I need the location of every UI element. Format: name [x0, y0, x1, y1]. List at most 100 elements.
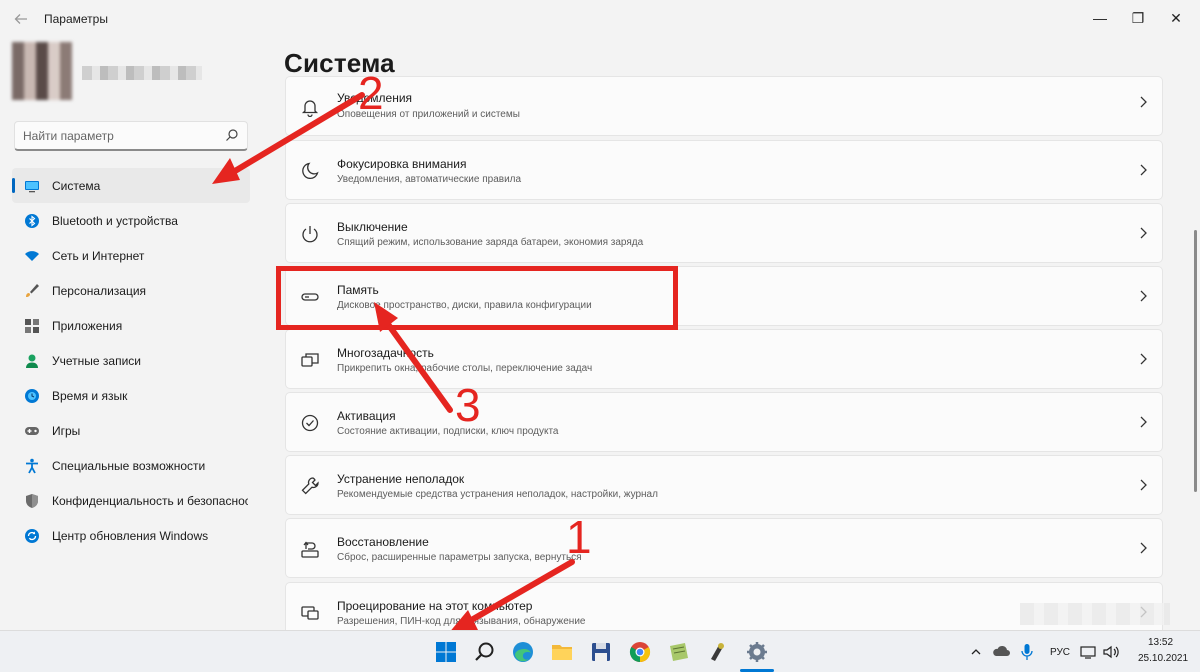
card-subtitle: Уведомления, автоматические правила	[337, 174, 522, 185]
avatar	[12, 42, 72, 100]
title-bar: Параметры — ❐ ✕	[0, 0, 1200, 38]
volume-icon[interactable]	[1102, 644, 1120, 660]
search-input[interactable]	[23, 127, 223, 145]
card-title: Восстановление	[337, 535, 429, 549]
moon-icon	[302, 162, 319, 180]
update-icon	[25, 529, 39, 543]
wifi-icon	[25, 251, 39, 261]
sidebar-item-label: Bluetooth и устройства	[52, 214, 178, 228]
brush-icon	[26, 284, 39, 297]
user-profile[interactable]	[12, 42, 252, 102]
sidebar-item-personalization[interactable]: Персонализация	[12, 273, 250, 308]
sidebar-item-network[interactable]: Сеть и Интернет	[12, 238, 250, 273]
card-title: Проецирование на этот компьютер	[337, 599, 533, 613]
sidebar-item-time-language[interactable]: Время и язык	[12, 378, 250, 413]
chevron-right-icon	[1140, 416, 1147, 428]
taskbar: РУС 13:52 25.10.2021	[0, 630, 1200, 672]
sidebar-item-label: Учетные записи	[52, 354, 141, 368]
card-title: Устранение неполадок	[337, 472, 465, 486]
card-title: Активация	[337, 409, 396, 423]
sidebar-item-label: Система	[52, 179, 101, 193]
annotation-number-1: 1	[566, 511, 592, 563]
power-icon	[302, 226, 318, 243]
card-subtitle: Состояние активации, подписки, ключ прод…	[337, 426, 559, 437]
recovery-icon	[301, 541, 319, 558]
chevron-up-icon[interactable]	[970, 646, 982, 658]
sidebar-item-accessibility[interactable]: Специальные возможности	[12, 448, 250, 483]
language-indicator[interactable]: РУС	[1050, 647, 1070, 658]
sidebar-item-system[interactable]: Система	[12, 168, 250, 203]
check-circle-icon	[301, 414, 319, 432]
settings-list: Уведомления Оповещения от приложений и с…	[285, 75, 1163, 630]
sidebar-item-label: Приложения	[52, 319, 123, 333]
sidebar-item-windows-update[interactable]: Центр обновления Windows	[12, 518, 250, 553]
card-power[interactable]: Выключение Спящий режим, использование з…	[285, 203, 1163, 263]
chevron-right-icon	[1140, 479, 1147, 491]
search-icon[interactable]	[225, 128, 239, 142]
card-recovery[interactable]: Восстановление Сброс, расширенные параме…	[285, 518, 1163, 578]
annotation-number-2: 2	[358, 67, 384, 119]
close-button[interactable]: ✕	[1156, 4, 1196, 32]
chrome-icon[interactable]	[627, 639, 653, 665]
clock-time[interactable]: 13:52	[1148, 637, 1173, 648]
card-subtitle: Разрешения, ПИН-код для связывания, обна…	[337, 616, 586, 627]
sidebar-item-label: Центр обновления Windows	[52, 529, 209, 543]
minimize-button[interactable]: —	[1080, 4, 1120, 32]
explorer-icon[interactable]	[549, 639, 575, 665]
sidebar-item-apps[interactable]: Приложения	[12, 308, 250, 343]
account-name-blurred	[82, 66, 202, 80]
tool-icon[interactable]	[705, 639, 731, 665]
chevron-right-icon	[1140, 290, 1147, 302]
sidebar-nav: Система Bluetooth и устройства Сеть и Ин…	[12, 168, 250, 553]
chevron-right-icon	[1140, 353, 1147, 365]
accessibility-icon	[26, 458, 38, 474]
search-box[interactable]	[14, 121, 248, 151]
card-troubleshoot[interactable]: Устранение неполадок Рекомендуемые средс…	[285, 455, 1163, 515]
card-title: Фокусировка внимания	[337, 157, 467, 171]
sidebar-item-accounts[interactable]: Учетные записи	[12, 343, 250, 378]
gamepad-icon	[25, 427, 39, 435]
highlight-box-storage	[276, 266, 678, 330]
sidebar-item-gaming[interactable]: Игры	[12, 413, 250, 448]
microphone-icon[interactable]	[1020, 643, 1034, 661]
sidebar-item-label: Конфиденциальность и безопасность	[52, 494, 248, 508]
card-activation[interactable]: Активация Состояние активации, подписки,…	[285, 392, 1163, 452]
clock-date[interactable]: 25.10.2021	[1138, 653, 1188, 664]
shield-icon	[26, 494, 38, 508]
maximize-button[interactable]: ❐	[1118, 4, 1158, 32]
sidebar-item-bluetooth[interactable]: Bluetooth и устройства	[12, 203, 250, 238]
sidebar-item-label: Время и язык	[52, 389, 128, 403]
scrollbar[interactable]	[1194, 230, 1197, 492]
projection-icon	[301, 606, 319, 620]
floppy-icon[interactable]	[588, 639, 614, 665]
card-multitasking[interactable]: Многозадачность Прикрепить окна, рабочие…	[285, 329, 1163, 389]
card-subtitle: Прикрепить окна, рабочие столы, переключ…	[337, 363, 593, 374]
bell-icon	[301, 100, 319, 117]
bluetooth-icon	[25, 214, 39, 228]
chevron-right-icon	[1140, 164, 1147, 176]
edge-icon[interactable]	[510, 639, 536, 665]
sidebar-item-label: Персонализация	[52, 284, 147, 298]
active-indicator	[12, 178, 15, 193]
card-subtitle: Спящий режим, использование заряда батар…	[337, 237, 644, 248]
sidebar-item-label: Сеть и Интернет	[52, 249, 145, 263]
person-icon	[26, 354, 38, 368]
chevron-right-icon	[1140, 227, 1147, 239]
multitask-icon	[301, 353, 319, 367]
start-icon[interactable]	[433, 639, 459, 665]
onedrive-icon[interactable]	[992, 644, 1010, 658]
settings-icon[interactable]	[744, 639, 770, 665]
notepad-icon[interactable]	[666, 639, 692, 665]
sidebar-item-privacy[interactable]: Конфиденциальность и безопасность	[12, 483, 250, 518]
watermark-blurred	[1020, 603, 1170, 625]
back-button[interactable]	[10, 8, 32, 30]
network-icon[interactable]	[1080, 644, 1096, 660]
annotation-number-3: 3	[455, 379, 481, 431]
card-focus-assist[interactable]: Фокусировка внимания Уведомления, автома…	[285, 140, 1163, 200]
search-icon[interactable]	[472, 639, 498, 665]
wrench-icon	[301, 477, 319, 495]
card-notifications[interactable]: Уведомления Оповещения от приложений и с…	[285, 76, 1163, 136]
chevron-right-icon	[1140, 96, 1147, 108]
arrow-left-icon	[14, 14, 27, 24]
sidebar-item-label: Специальные возможности	[52, 459, 206, 473]
